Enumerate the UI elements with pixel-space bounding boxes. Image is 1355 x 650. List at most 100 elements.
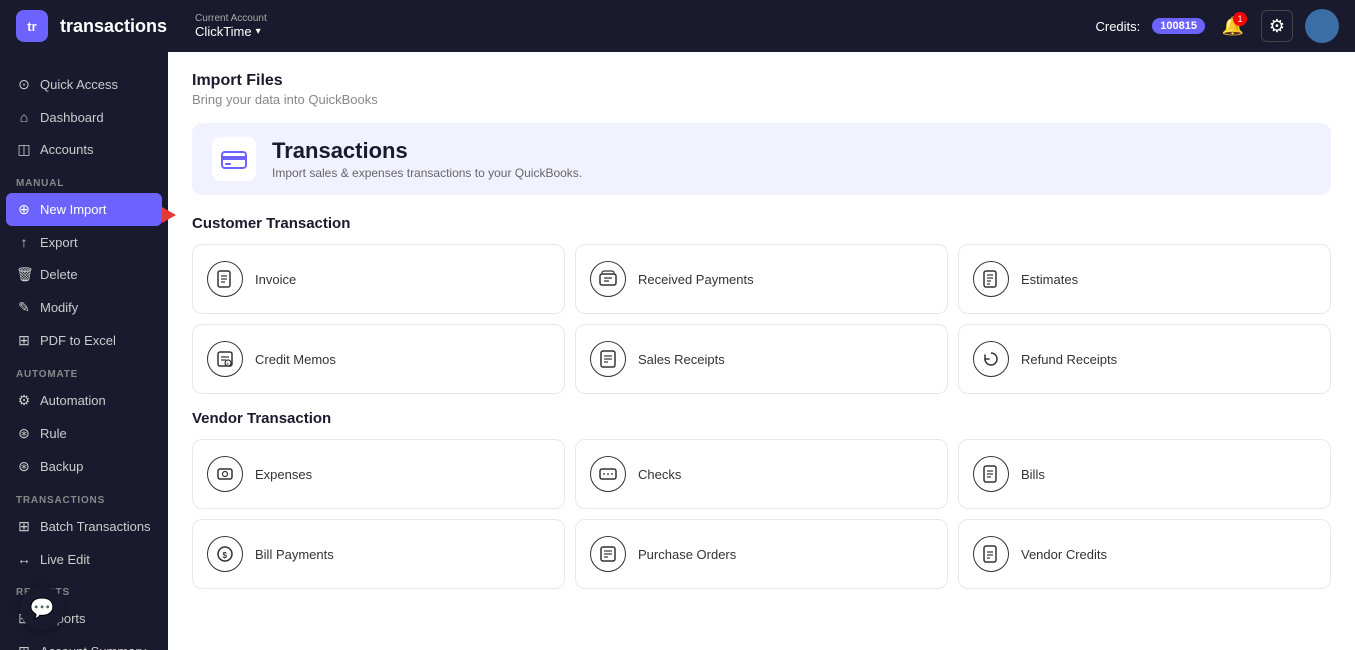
sidebar-label-rule: Rule: [40, 426, 67, 441]
sidebar-item-delete[interactable]: 🗑 Delete: [0, 258, 168, 291]
sidebar-item-export[interactable]: ↑ Export: [0, 226, 168, 258]
backup-icon: ⊛: [16, 458, 32, 475]
expenses-icon: [207, 456, 243, 492]
card-expenses[interactable]: Expenses: [192, 439, 565, 509]
credits-label: Credits:: [1095, 19, 1140, 34]
export-icon: ↑: [16, 234, 32, 250]
checks-icon: [590, 456, 626, 492]
batch-icon: ⊞: [16, 518, 32, 535]
sidebar-item-new-import[interactable]: ⊕ New Import: [6, 193, 162, 226]
header-right: Credits: 100815 🔔 1 ⚙: [1095, 9, 1339, 43]
vendor-credits-label: Vendor Credits: [1021, 547, 1107, 562]
sidebar: ⊙ Quick Access ⌂ Dashboard ◫ Accounts MA…: [0, 52, 168, 650]
sidebar-label-backup: Backup: [40, 459, 83, 474]
card-refund-receipts[interactable]: Refund Receipts: [958, 324, 1331, 394]
bill-payments-icon: $: [207, 536, 243, 572]
notifications-button[interactable]: 🔔 1: [1217, 10, 1249, 42]
user-avatar[interactable]: [1305, 9, 1339, 43]
sales-receipts-icon: [590, 341, 626, 377]
sidebar-item-automation[interactable]: ⚙ Automation: [0, 384, 168, 417]
product-card: Transactions Import sales & expenses tra…: [192, 123, 1331, 195]
sidebar-item-accounts[interactable]: ◫ Accounts: [0, 133, 168, 166]
invoice-icon: [207, 261, 243, 297]
card-purchase-orders[interactable]: Purchase Orders: [575, 519, 948, 589]
transactions-section-label: TRANSACTIONS: [0, 483, 168, 510]
app-header: tr transactions Current Account ClickTim…: [0, 0, 1355, 52]
new-import-icon: ⊕: [16, 201, 32, 218]
svg-text:$: $: [223, 551, 228, 560]
sidebar-label-dashboard: Dashboard: [40, 110, 104, 125]
sidebar-label-automation: Automation: [40, 393, 106, 408]
sales-receipts-label: Sales Receipts: [638, 352, 725, 367]
card-received-payments[interactable]: Received Payments: [575, 244, 948, 314]
refund-receipts-icon: [973, 341, 1009, 377]
card-credit-memos[interactable]: $ Credit Memos: [192, 324, 565, 394]
received-payments-label: Received Payments: [638, 272, 754, 287]
received-payments-icon: [590, 261, 626, 297]
sidebar-item-dashboard[interactable]: ⌂ Dashboard: [0, 101, 168, 133]
sidebar-label-accounts: Accounts: [40, 142, 93, 157]
arrow-indicator: [158, 207, 176, 228]
bills-label: Bills: [1021, 467, 1045, 482]
sidebar-item-live-edit[interactable]: ↔ Live Edit: [0, 543, 168, 575]
expenses-label: Expenses: [255, 467, 312, 482]
notification-badge: 1: [1233, 12, 1247, 26]
sidebar-label-quick-access: Quick Access: [40, 77, 118, 92]
sidebar-label-modify: Modify: [40, 300, 78, 315]
sidebar-item-quick-access[interactable]: ⊙ Quick Access: [0, 68, 168, 101]
quick-access-section-label: [0, 52, 168, 68]
vendor-credits-icon: [973, 536, 1009, 572]
card-vendor-credits[interactable]: Vendor Credits: [958, 519, 1331, 589]
page-subtitle: Bring your data into QuickBooks: [192, 92, 1331, 107]
sidebar-label-delete: Delete: [40, 267, 78, 282]
sidebar-label-batch-transactions: Batch Transactions: [40, 519, 151, 534]
sidebar-item-rule[interactable]: ⊛ Rule: [0, 417, 168, 450]
main-content: Import Files Bring your data into QuickB…: [168, 52, 1355, 650]
sidebar-label-new-import: New Import: [40, 202, 106, 217]
pdf-icon: ⊞: [16, 332, 32, 349]
estimates-label: Estimates: [1021, 272, 1078, 287]
chat-button[interactable]: 💬: [20, 586, 64, 630]
account-label: Current Account: [195, 13, 267, 24]
logo-icon: tr: [16, 10, 48, 42]
checks-label: Checks: [638, 467, 681, 482]
sidebar-item-account-summary[interactable]: ⊞ Account Summary: [0, 635, 168, 650]
rule-icon: ⊛: [16, 425, 32, 442]
card-bill-payments[interactable]: $ Bill Payments: [192, 519, 565, 589]
estimates-icon: [973, 261, 1009, 297]
sidebar-label-pdf-to-excel: PDF to Excel: [40, 333, 116, 348]
card-estimates[interactable]: Estimates: [958, 244, 1331, 314]
page-title: Import Files: [192, 72, 1331, 90]
card-checks[interactable]: Checks: [575, 439, 948, 509]
modify-icon: ✎: [16, 299, 32, 316]
product-icon: [212, 137, 256, 181]
purchase-orders-label: Purchase Orders: [638, 547, 736, 562]
app-name: transactions: [60, 16, 167, 37]
sidebar-item-pdf-to-excel[interactable]: ⊞ PDF to Excel: [0, 324, 168, 357]
delete-icon: 🗑: [16, 266, 32, 283]
settings-button[interactable]: ⚙: [1261, 10, 1293, 42]
card-invoice[interactable]: Invoice: [192, 244, 565, 314]
sidebar-label-export: Export: [40, 235, 78, 250]
product-title: Transactions: [272, 138, 582, 164]
invoice-label: Invoice: [255, 272, 296, 287]
bills-icon: [973, 456, 1009, 492]
home-icon: ⊙: [16, 76, 32, 93]
customer-transaction-grid: Invoice Received Payments: [192, 244, 1331, 394]
sidebar-item-batch-transactions[interactable]: ⊞ Batch Transactions: [0, 510, 168, 543]
credit-memos-label: Credit Memos: [255, 352, 336, 367]
sidebar-item-backup[interactable]: ⊛ Backup: [0, 450, 168, 483]
sidebar-item-modify[interactable]: ✎ Modify: [0, 291, 168, 324]
sidebar-label-live-edit: Live Edit: [40, 552, 90, 567]
manual-section-label: MANUAL: [0, 166, 168, 193]
card-bills[interactable]: Bills: [958, 439, 1331, 509]
account-name-dropdown[interactable]: ClickTime ▾: [195, 24, 267, 39]
accounts-icon: ◫: [16, 141, 32, 158]
product-description: Import sales & expenses transactions to …: [272, 166, 582, 180]
card-sales-receipts[interactable]: Sales Receipts: [575, 324, 948, 394]
main-layout: ⊙ Quick Access ⌂ Dashboard ◫ Accounts MA…: [0, 52, 1355, 650]
automate-section-label: AUTOMATE: [0, 357, 168, 384]
account-section: Current Account ClickTime ▾: [195, 13, 267, 39]
live-edit-icon: ↔: [16, 551, 32, 567]
sidebar-label-account-summary: Account Summary: [40, 644, 146, 650]
